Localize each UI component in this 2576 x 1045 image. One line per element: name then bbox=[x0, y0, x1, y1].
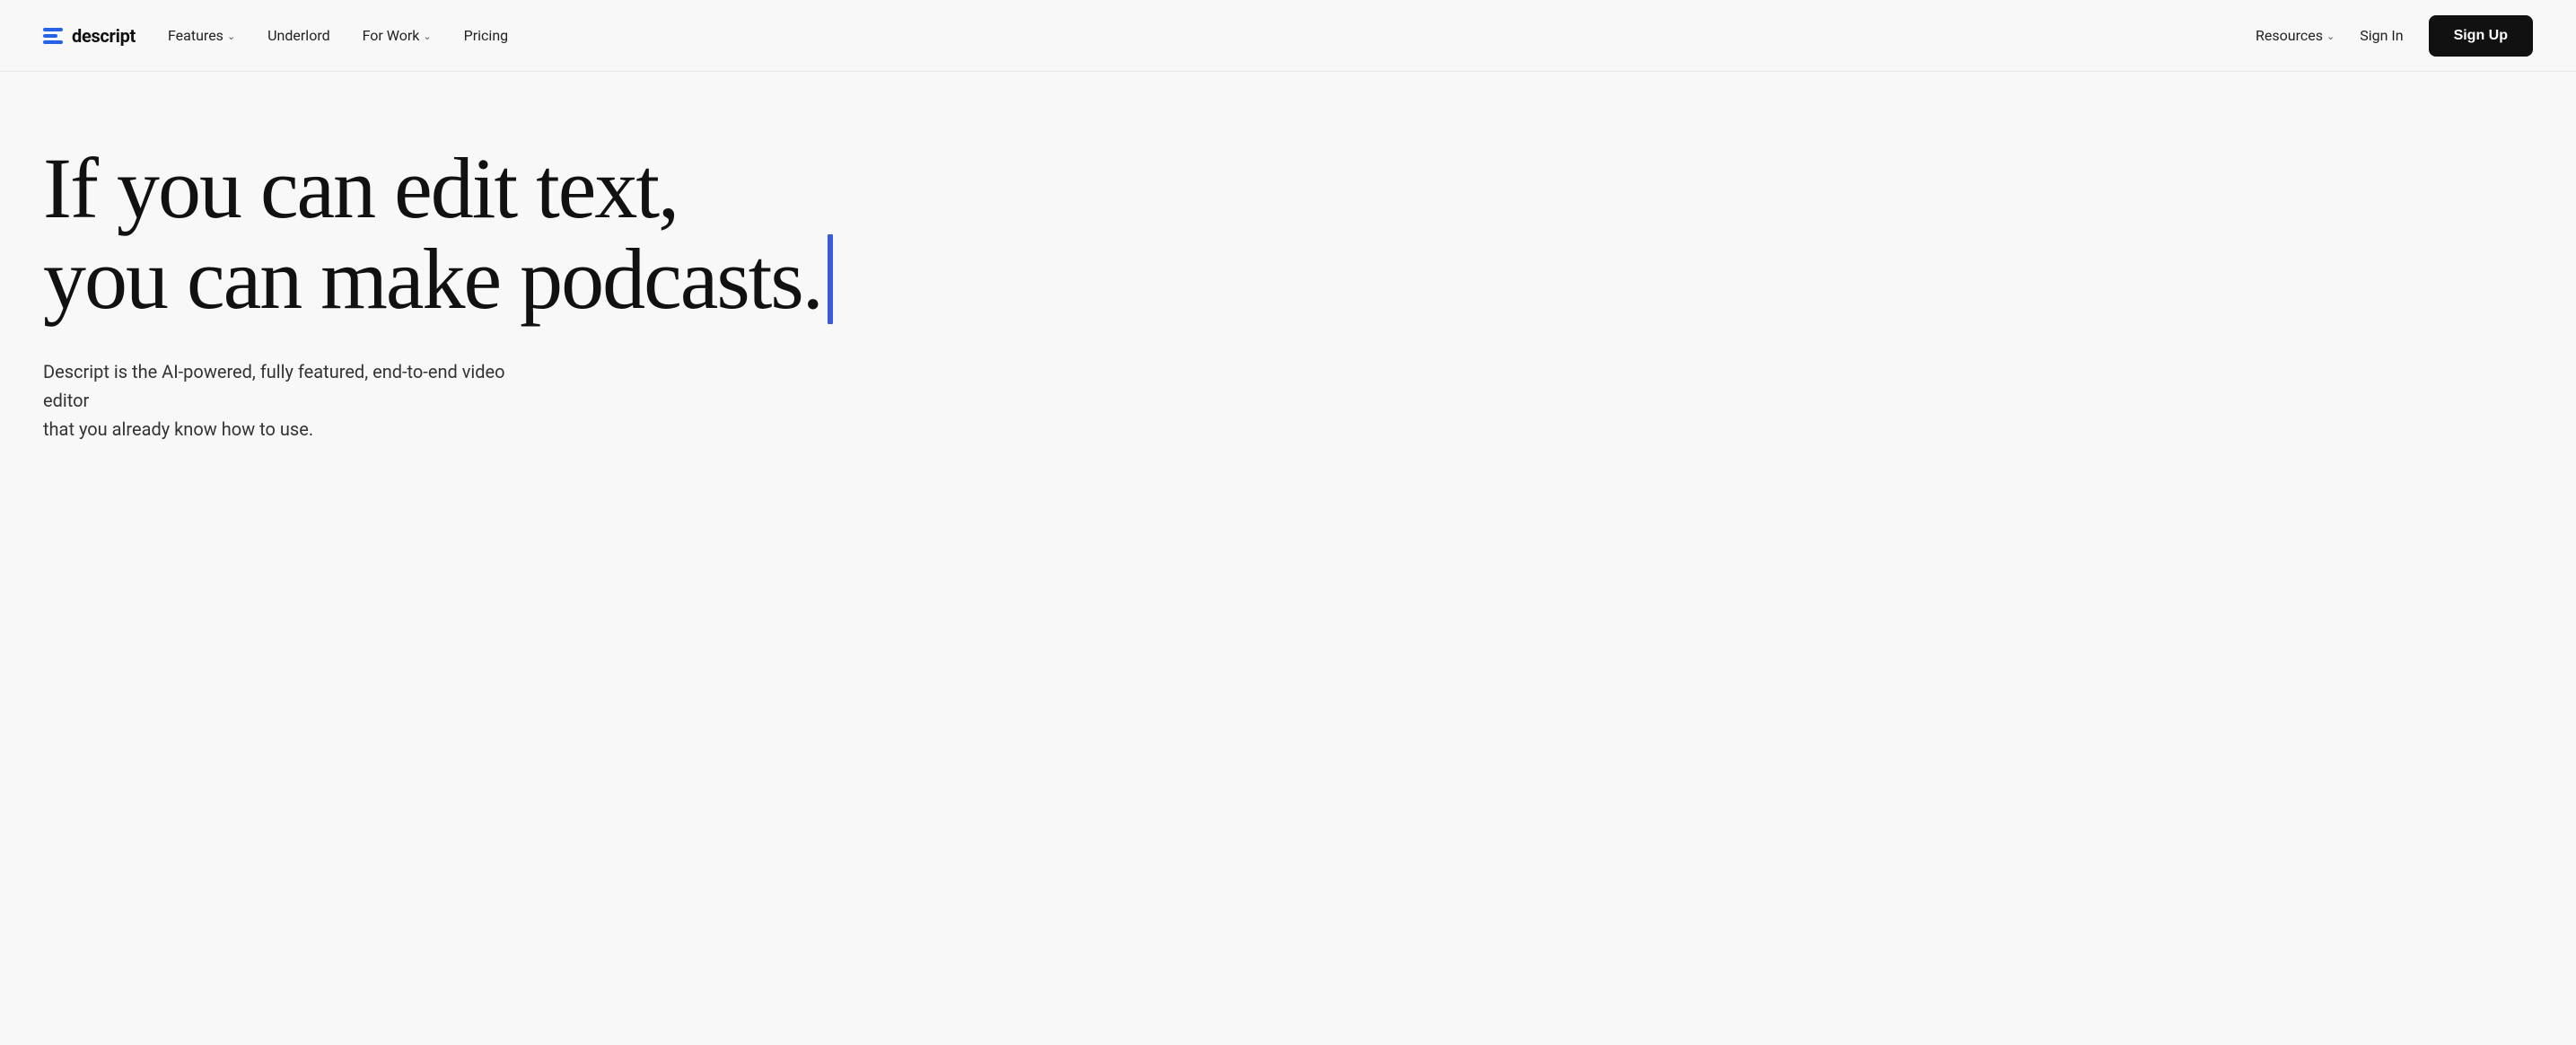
logo-bar-3 bbox=[43, 40, 63, 44]
nav-link-resources[interactable]: Resources ⌄ bbox=[2256, 27, 2335, 44]
logo-text: descript bbox=[72, 25, 136, 47]
nav-link-forwork-label: For Work bbox=[363, 27, 420, 44]
nav-link-features[interactable]: Features ⌄ bbox=[168, 27, 235, 44]
nav-link-resources-label: Resources bbox=[2256, 27, 2323, 44]
sign-in-link[interactable]: Sign In bbox=[2360, 27, 2403, 44]
nav-link-features-label: Features bbox=[168, 27, 223, 44]
hero-subtext-line1: Descript is the AI-powered, fully featur… bbox=[43, 361, 505, 411]
hero-section: If you can edit text, you can make podca… bbox=[0, 72, 1077, 497]
chevron-down-icon: ⌄ bbox=[227, 31, 235, 42]
headline-text-line2: you can make podcasts. bbox=[43, 234, 822, 325]
nav-link-pricing[interactable]: Pricing bbox=[464, 27, 509, 44]
nav-right: Resources ⌄ Sign In Sign Up bbox=[2256, 15, 2533, 57]
logo-icon bbox=[43, 28, 63, 44]
nav-link-forwork[interactable]: For Work ⌄ bbox=[363, 27, 432, 44]
nav-link-pricing-label: Pricing bbox=[464, 27, 509, 44]
hero-subtext: Descript is the AI-powered, fully featur… bbox=[43, 357, 546, 443]
sign-up-button[interactable]: Sign Up bbox=[2429, 15, 2533, 57]
logo-bar-2 bbox=[43, 34, 57, 38]
nav-link-underlord[interactable]: Underlord bbox=[267, 27, 329, 44]
chevron-down-icon-resources: ⌄ bbox=[2326, 31, 2335, 42]
hero-subtext-line2: that you already know how to use. bbox=[43, 418, 313, 440]
logo-bar-1 bbox=[43, 28, 63, 31]
nav-link-underlord-label: Underlord bbox=[267, 27, 329, 44]
navbar: descript Features ⌄ Underlord For Work ⌄… bbox=[0, 0, 2576, 72]
nav-left: descript Features ⌄ Underlord For Work ⌄… bbox=[43, 25, 508, 47]
headline-text-line1: If you can edit text, bbox=[43, 144, 678, 234]
text-cursor bbox=[828, 234, 833, 324]
headline-line-1: If you can edit text, bbox=[43, 144, 1034, 234]
hero-headline: If you can edit text, you can make podca… bbox=[43, 144, 1034, 325]
headline-line-2: you can make podcasts. bbox=[43, 234, 1034, 325]
logo[interactable]: descript bbox=[43, 25, 136, 47]
chevron-down-icon-forwork: ⌄ bbox=[423, 31, 431, 42]
